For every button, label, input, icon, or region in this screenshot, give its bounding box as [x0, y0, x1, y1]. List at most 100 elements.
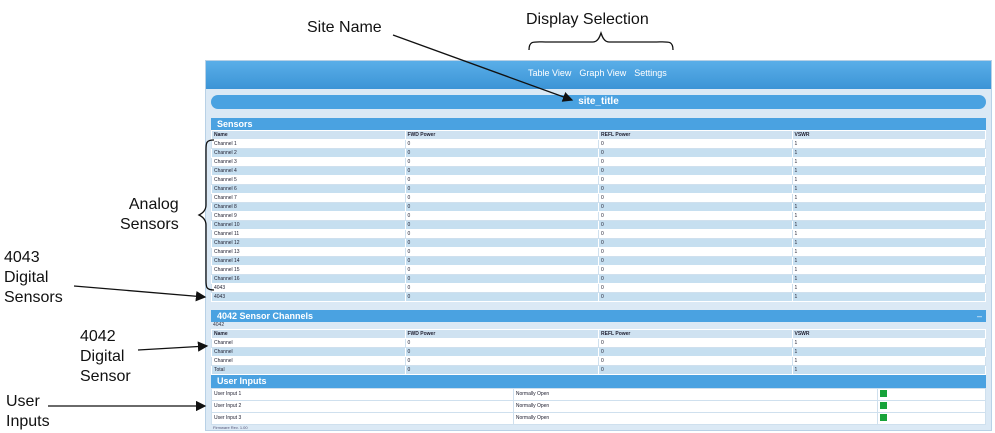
table-row: Channel 4001 — [211, 166, 986, 176]
column-header: FWD Power — [404, 130, 599, 140]
table-cell: 0 — [404, 184, 599, 194]
table-row: Channel 8001 — [211, 202, 986, 212]
app-window: Table View Graph View Settings site_titl… — [205, 60, 992, 431]
table-cell: 0 — [598, 247, 793, 257]
user-input-name: User Input 2 — [211, 400, 514, 413]
table-cell: Channel 5 — [211, 175, 406, 185]
table-cell: 1 — [791, 283, 986, 293]
label-site-name: Site Name — [307, 19, 382, 36]
table-cell: 1 — [791, 202, 986, 212]
table-cell: 0 — [404, 175, 599, 185]
table-cell: 1 — [791, 256, 986, 266]
user-input-row: User Input 1 Normally Open — [211, 388, 987, 401]
table-cell: 0 — [404, 139, 599, 149]
table-row: Channel 13 0 0 1 — [211, 247, 986, 257]
table-cell: Channel 4 — [211, 166, 406, 176]
table-cell: 4043 — [211, 283, 406, 293]
label-4043-digital-sensors: 4043 Digital Sensors — [4, 248, 63, 308]
sensors-heading: Sensors — [211, 118, 986, 130]
nav-table-view[interactable]: Table View — [528, 68, 571, 78]
table-cell: 0 — [404, 338, 599, 348]
table-row: Total 0 0 1 — [211, 365, 986, 375]
column-header: FWD Power — [404, 329, 599, 339]
table-cell: 1 — [791, 229, 986, 239]
table-cell: 0 — [598, 220, 793, 230]
table-cell: Channel 7 — [211, 193, 406, 203]
display-selection-nav: Table View Graph View Settings — [528, 68, 667, 78]
channels-4042-heading: 4042 Sensor Channels – — [211, 310, 986, 322]
collapse-icon[interactable]: – — [977, 310, 982, 322]
table-row: Channel 6001 — [211, 184, 986, 194]
column-header: REFL Power — [598, 130, 793, 140]
user-input-state: Normally Open — [512, 388, 878, 401]
table-cell: 0 — [404, 238, 599, 248]
sensors-table: Name FWD Power REFL Power VSWR Channel 1001… — [211, 130, 986, 302]
table-cell: 1 — [791, 139, 986, 149]
status-indicator-icon — [879, 414, 887, 422]
label-4042-digital-sensor: 4042 Digital Sensor — [80, 327, 131, 387]
table-cell: 0 — [404, 193, 599, 203]
table-cell: 0 — [598, 256, 793, 266]
table-cell: Channel 15 — [211, 265, 406, 275]
table-cell: 1 — [791, 157, 986, 167]
table-cell: Channel 9 — [211, 211, 406, 221]
table-cell: 0 — [404, 265, 599, 275]
column-header: Name — [211, 329, 406, 339]
table-row: 4043 0 0 1 — [211, 283, 986, 293]
table-row: Channel 15 0 0 1 — [211, 265, 986, 275]
site-title: site_title — [211, 95, 986, 109]
column-header: Name — [211, 130, 406, 140]
table-row: Channel 10 0 0 1 — [211, 220, 986, 230]
table-cell: Total — [211, 365, 406, 375]
user-input-row: User Input 3 Normally Open — [211, 412, 987, 425]
table-cell: Channel 11 — [211, 229, 406, 239]
label-analog-sensors: Analog Sensors — [120, 195, 179, 235]
table-cell: 0 — [404, 347, 599, 357]
table-cell: Channel 2 — [211, 148, 406, 158]
table-cell: Channel — [211, 347, 406, 357]
table-cell: 0 — [598, 184, 793, 194]
table-row: Channel 0 0 1 — [211, 338, 986, 348]
table-row: Channel 11 0 0 1 — [211, 229, 986, 239]
column-header: VSWR — [791, 130, 986, 140]
footer-version: Firmware Rev. 1.00 — [213, 425, 248, 430]
label-display-selection: Display Selection — [526, 11, 649, 28]
table-row: Channel 9001 — [211, 211, 986, 221]
table-cell: 0 — [598, 283, 793, 293]
table-cell: Channel 12 — [211, 238, 406, 248]
table-cell: Channel 13 — [211, 247, 406, 257]
table-cell: 1 — [791, 356, 986, 366]
table-row: Channel 12 0 0 1 — [211, 238, 986, 248]
table-cell: 0 — [598, 365, 793, 375]
table-cell: Channel — [211, 356, 406, 366]
table-row: 4043 0 0 1 — [211, 292, 986, 302]
table-cell: 1 — [791, 184, 986, 194]
nav-settings[interactable]: Settings — [634, 68, 667, 78]
label-line: 4042 — [80, 328, 116, 345]
table-cell: 0 — [404, 211, 599, 221]
table-cell: 0 — [404, 157, 599, 167]
table-cell: 0 — [404, 356, 599, 366]
nav-graph-view[interactable]: Graph View — [579, 68, 626, 78]
table-cell: 0 — [404, 148, 599, 158]
user-inputs-table: User Input 1 Normally Open User Input 2 Nor… — [211, 388, 987, 425]
display-selection-brace — [528, 30, 674, 51]
table-cell: 0 — [598, 338, 793, 348]
table-cell: 0 — [404, 283, 599, 293]
label-line: Sensors — [120, 216, 179, 233]
label-line: Sensors — [4, 289, 63, 306]
table-cell: 1 — [791, 265, 986, 275]
table-cell: 1 — [791, 247, 986, 257]
user-input-status — [876, 400, 987, 413]
table-row: Channel 16 0 0 1 — [211, 274, 986, 284]
table-cell: 0 — [598, 229, 793, 239]
table-cell: 0 — [598, 139, 793, 149]
table-cell: 0 — [598, 175, 793, 185]
table-cell: Channel 1 — [211, 139, 406, 149]
status-indicator-icon — [879, 402, 887, 410]
table-cell: 0 — [598, 238, 793, 248]
table-cell: 0 — [404, 274, 599, 284]
table-cell: 1 — [791, 175, 986, 185]
table-row: Channel 0 0 1 — [211, 347, 986, 357]
table-cell: 1 — [791, 220, 986, 230]
